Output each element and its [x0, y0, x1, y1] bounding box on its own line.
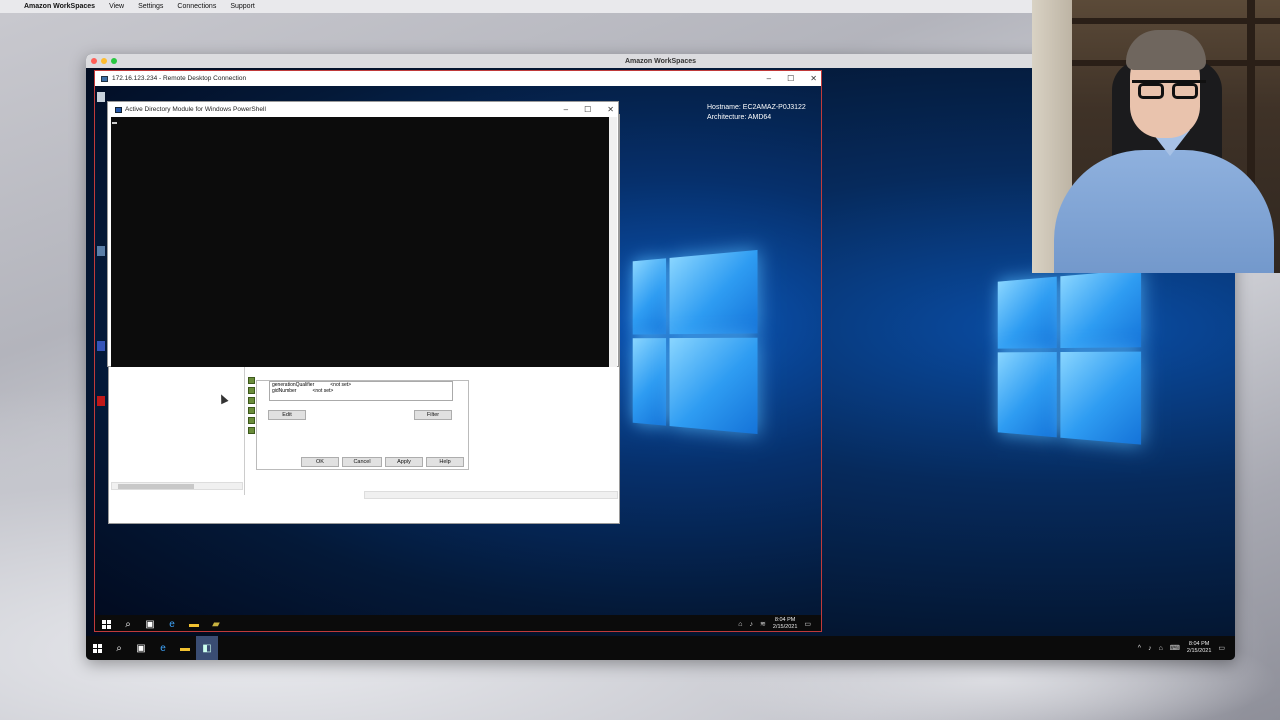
rdp-app-icon [101, 76, 108, 82]
object-icon [248, 407, 255, 414]
powershell-app-icon [115, 107, 122, 113]
object-icon [248, 397, 255, 404]
search-icon[interactable]: ⌕ [108, 636, 130, 660]
apply-button[interactable]: Apply [385, 457, 423, 467]
windows-icon [102, 620, 111, 629]
scroll-thumb[interactable] [118, 484, 194, 489]
windows-logo-wallpaper [998, 269, 1141, 444]
task-view-icon[interactable]: ▣ [130, 636, 152, 660]
close-icon[interactable]: ✕ [810, 74, 817, 83]
maximize-icon[interactable]: ☐ [584, 105, 591, 114]
eyeglasses [1132, 80, 1206, 98]
file-explorer-icon[interactable]: ▬ [174, 636, 196, 660]
rdp-system-tray: ⌂ ♪ ≋ 8:04 PM 2/15/2021 ▭ [738, 617, 821, 631]
server-manager-icon[interactable]: ▰ [205, 615, 227, 632]
object-icon [248, 417, 255, 424]
workspaces-title: Amazon WorkSpaces [625, 58, 696, 65]
edit-button[interactable]: Edit [268, 410, 306, 420]
object-icon [248, 427, 255, 434]
task-view-icon[interactable]: ▣ [139, 615, 161, 632]
keyboard-icon[interactable]: ⌨ [1170, 644, 1180, 652]
remote-desktop-window: 172.16.123.234 - Remote Desktop Connecti… [94, 70, 822, 632]
edge-browser-icon[interactable]: e [152, 636, 174, 660]
close-icon[interactable]: ✕ [607, 105, 614, 114]
attribute-value: <not set> [312, 388, 333, 394]
console-vscrollbar[interactable] [609, 117, 617, 367]
start-button[interactable] [86, 636, 108, 660]
rdp-title: 172.16.123.234 - Remote Desktop Connecti… [112, 75, 246, 82]
volume-icon[interactable]: ♪ [750, 621, 754, 628]
outer-system-tray: ^ ♪ ⌂ ⌨ 8:04 PM 2/15/2021 ▭ [1138, 641, 1235, 655]
cancel-button[interactable]: Cancel [342, 457, 382, 467]
minimize-icon[interactable]: – [564, 105, 568, 114]
rdp-titlebar[interactable]: 172.16.123.234 - Remote Desktop Connecti… [95, 71, 821, 86]
filter-button[interactable]: Filter [414, 410, 452, 420]
aduc-tree-pane [109, 365, 245, 495]
wifi-icon[interactable]: ≋ [760, 620, 766, 628]
maximize-icon[interactable]: ☐ [787, 74, 794, 83]
volume-icon[interactable]: ♪ [1148, 645, 1152, 652]
chevron-up-icon[interactable]: ^ [1138, 645, 1141, 652]
powershell-titlebar[interactable]: Active Directory Module for Windows Powe… [108, 102, 618, 117]
help-button[interactable]: Help [426, 457, 464, 467]
edge-browser-icon[interactable]: e [161, 615, 183, 632]
outer-taskbar: ⌕ ▣ e ▬ ◧ ^ ♪ ⌂ ⌨ 8:04 PM 2/15/2021 ▭ [86, 636, 1235, 660]
menu-support[interactable]: Support [230, 3, 255, 10]
powershell-window: Active Directory Module for Windows Powe… [107, 101, 619, 367]
windows-icon [93, 644, 102, 653]
rdp-desktop: Hostname: EC2AMAZ-P0J3122 Architecture: … [95, 86, 821, 615]
menu-connections[interactable]: Connections [177, 3, 216, 10]
ok-button[interactable]: OK [301, 457, 339, 467]
attribute-editor-dialog: generationQualifier <not set> gidNumber … [256, 380, 469, 470]
menu-app-name[interactable]: Amazon WorkSpaces [24, 3, 95, 10]
desktop-shortcut-icon[interactable] [97, 341, 105, 351]
zoom-window-button[interactable] [111, 58, 117, 64]
detail-hscrollbar[interactable] [364, 491, 618, 499]
object-icon [248, 377, 255, 384]
desktop-shortcut-icon[interactable] [97, 396, 105, 406]
taskbar-clock[interactable]: 8:04 PM 2/15/2021 [773, 617, 797, 631]
clock-date: 2/15/2021 [1187, 648, 1211, 655]
windows-logo-wallpaper [633, 250, 758, 434]
person-hair [1126, 30, 1206, 70]
attribute-row[interactable]: gidNumber <not set> [272, 388, 452, 394]
notifications-icon[interactable]: ▭ [804, 620, 811, 628]
minimize-window-button[interactable] [101, 58, 107, 64]
rdp-taskbar: ⌕ ▣ e ▬ ▰ ⌂ ♪ ≋ 8:04 PM 2/15/2021 ▭ [95, 615, 821, 632]
search-icon[interactable]: ⌕ [117, 615, 139, 632]
architecture-text: Architecture: AMD64 [707, 113, 806, 123]
minimize-icon[interactable]: – [767, 74, 771, 83]
powershell-console[interactable] [111, 117, 609, 367]
clock-time: 8:04 PM [773, 617, 797, 624]
powershell-title: Active Directory Module for Windows Powe… [125, 106, 266, 113]
recycle-bin-icon[interactable] [97, 92, 105, 102]
webcam-overlay [1032, 0, 1280, 273]
notifications-icon[interactable]: ▭ [1218, 644, 1225, 652]
network-icon[interactable]: ⌂ [1159, 645, 1163, 652]
person-shirt [1054, 150, 1274, 273]
start-button[interactable] [95, 615, 117, 632]
tree-hscrollbar[interactable] [111, 482, 243, 490]
network-icon[interactable]: ⌂ [738, 621, 742, 628]
hostname-text: Hostname: EC2AMAZ-P0J3122 [707, 103, 806, 113]
desktop-shortcut-icon[interactable] [97, 246, 105, 256]
text-cursor [112, 122, 117, 124]
attribute-value: <not set> [330, 382, 351, 388]
taskbar-clock[interactable]: 8:04 PM 2/15/2021 [1187, 641, 1211, 655]
menu-view[interactable]: View [109, 3, 124, 10]
attribute-name: gidNumber [272, 388, 296, 394]
attribute-list[interactable]: generationQualifier <not set> gidNumber … [269, 381, 453, 401]
clock-date: 2/15/2021 [773, 624, 797, 631]
object-icon [248, 387, 255, 394]
menu-settings[interactable]: Settings [138, 3, 163, 10]
clock-time: 8:04 PM [1187, 641, 1211, 648]
close-window-button[interactable] [91, 58, 97, 64]
rdp-system-info: Hostname: EC2AMAZ-P0J3122 Architecture: … [707, 103, 806, 122]
remote-desktop-icon[interactable]: ◧ [196, 636, 218, 660]
file-explorer-icon[interactable]: ▬ [183, 615, 205, 632]
